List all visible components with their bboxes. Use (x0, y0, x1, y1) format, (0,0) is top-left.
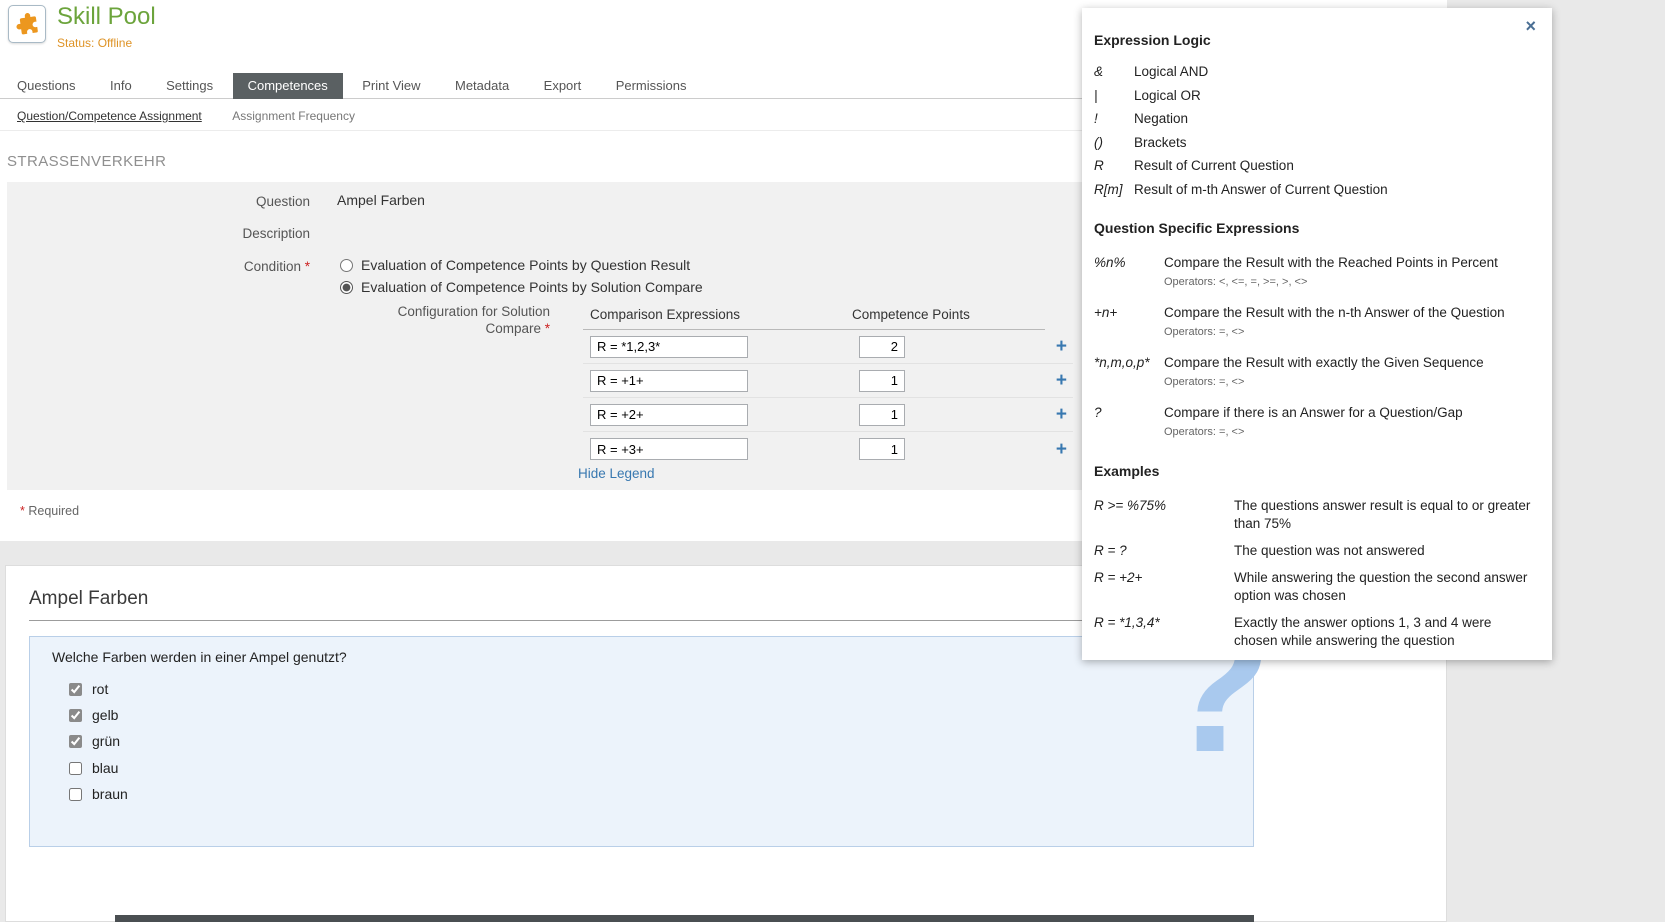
points-input[interactable] (859, 404, 905, 426)
tab-questions[interactable]: Questions (2, 73, 91, 99)
tab-export[interactable]: Export (529, 73, 597, 99)
checkbox-gelb[interactable] (69, 709, 82, 722)
radio-question-result[interactable] (340, 259, 353, 272)
option-gelb: gelb (69, 707, 118, 723)
legend-row: R >= %75% The questions answer result is… (1094, 497, 1536, 533)
option-label: braun (92, 786, 128, 802)
legend-section-title: Expression Logic (1094, 32, 1536, 48)
table-row: + (583, 364, 1073, 398)
section-title: STRASSENVERKEHR (7, 153, 166, 170)
app-logo (8, 5, 46, 43)
checkbox-blau[interactable] (69, 762, 82, 775)
required-asterisk: * (20, 504, 25, 518)
condition-option-solution-compare: Evaluation of Competence Points by Solut… (340, 279, 703, 295)
legend-row: ! Negation (1094, 111, 1536, 128)
add-row-icon[interactable]: + (1056, 371, 1067, 390)
legend-row: R = ? The question was not answered (1094, 542, 1536, 560)
tab-competences[interactable]: Competences (233, 73, 343, 99)
tab-print-view[interactable]: Print View (347, 73, 435, 99)
legend-row: R Result of Current Question (1094, 158, 1536, 175)
condition-label: Condition * (7, 259, 310, 274)
required-asterisk: * (545, 321, 550, 336)
legend-row: R = *1,3,4* Exactly the answer options 1… (1094, 614, 1536, 650)
close-icon[interactable]: × (1525, 16, 1536, 37)
checkbox-gruen[interactable] (69, 735, 82, 748)
expression-input[interactable] (590, 336, 748, 358)
radio-question-result-label: Evaluation of Competence Points by Quest… (361, 257, 690, 273)
expression-input[interactable] (590, 370, 748, 392)
expression-input[interactable] (590, 404, 748, 426)
add-row-icon[interactable]: + (1056, 440, 1067, 459)
option-blau: blau (69, 760, 118, 776)
operators-note: Operators: =, <> (1164, 374, 1484, 391)
tab-info[interactable]: Info (95, 73, 147, 99)
table-row: + (583, 432, 1073, 466)
radio-solution-compare-label: Evaluation of Competence Points by Solut… (361, 279, 703, 295)
legend-row: R[m] Result of m-th Answer of Current Qu… (1094, 182, 1536, 199)
legend-row: +n+ Compare the Result with the n-th Ans… (1094, 304, 1536, 341)
add-row-icon[interactable]: + (1056, 337, 1067, 356)
config-solution-compare-label: Configuration for Solution Compare * (7, 303, 550, 337)
puzzle-icon (12, 9, 41, 38)
condition-option-question-result: Evaluation of Competence Points by Quest… (340, 257, 690, 273)
page-title: Skill Pool (57, 3, 156, 31)
bottom-element-edge (115, 915, 1254, 922)
legend-row: R = +2+ While answering the question the… (1094, 569, 1536, 605)
legend-section-title: Question Specific Expressions (1094, 220, 1536, 236)
table-row: + (583, 330, 1073, 364)
question-text: Welche Farben werden in einer Ampel genu… (52, 649, 347, 665)
points-input[interactable] (859, 336, 905, 358)
legend-row: *n,m,o,p* Compare the Result with exactl… (1094, 354, 1536, 391)
legend-row: & Logical AND (1094, 64, 1536, 81)
tab-permissions[interactable]: Permissions (601, 73, 702, 99)
subnav-assignment-frequency[interactable]: Assignment Frequency (232, 109, 355, 123)
option-rot: rot (69, 681, 108, 697)
legend-row: () Brackets (1094, 135, 1536, 152)
operators-note: Operators: =, <> (1164, 324, 1505, 341)
comparison-table: Comparison Expressions Competence Points… (583, 300, 1073, 466)
points-input[interactable] (859, 438, 905, 460)
tab-settings[interactable]: Settings (151, 73, 228, 99)
option-label: gelb (92, 707, 118, 723)
question-box: Welche Farben werden in einer Ampel genu… (29, 636, 1254, 847)
table-row: + (583, 398, 1073, 432)
checkbox-braun[interactable] (69, 788, 82, 801)
app-root: Skill Pool Status: Offline Questions Inf… (0, 0, 1665, 922)
legend-panel: × Expression Logic & Logical AND | Logic… (1082, 8, 1552, 660)
option-label: grün (92, 733, 120, 749)
legend-row: %n% Compare the Result with the Reached … (1094, 254, 1536, 291)
points-input[interactable] (859, 370, 905, 392)
legend-section-title: Examples (1094, 463, 1536, 479)
col-competence-points: Competence Points (852, 307, 970, 322)
legend-row: ? Compare if there is an Answer for a Qu… (1094, 404, 1536, 441)
status-text: Status: Offline (57, 36, 132, 50)
subnav-question-competence-assignment[interactable]: Question/Competence Assignment (17, 109, 202, 123)
description-label: Description (7, 226, 310, 241)
question-value: Ampel Farben (337, 192, 425, 208)
required-note: * Required (20, 504, 79, 518)
option-braun: braun (69, 786, 128, 802)
checkbox-rot[interactable] (69, 683, 82, 696)
option-gruen: grün (69, 733, 120, 749)
add-row-icon[interactable]: + (1056, 405, 1067, 424)
option-label: rot (92, 681, 108, 697)
tab-metadata[interactable]: Metadata (440, 73, 524, 99)
question-label: Question (7, 194, 310, 209)
radio-solution-compare[interactable] (340, 281, 353, 294)
operators-note: Operators: <, <=, =, >=, >, <> (1164, 274, 1498, 291)
col-comparison-expressions: Comparison Expressions (583, 307, 852, 322)
comparison-table-header: Comparison Expressions Competence Points (583, 300, 1045, 330)
hide-legend-link[interactable]: Hide Legend (578, 466, 655, 481)
option-label: blau (92, 760, 118, 776)
operators-note: Operators: =, <> (1164, 424, 1463, 441)
expression-input[interactable] (590, 438, 748, 460)
required-asterisk: * (305, 259, 310, 274)
legend-row: | Logical OR (1094, 88, 1536, 105)
